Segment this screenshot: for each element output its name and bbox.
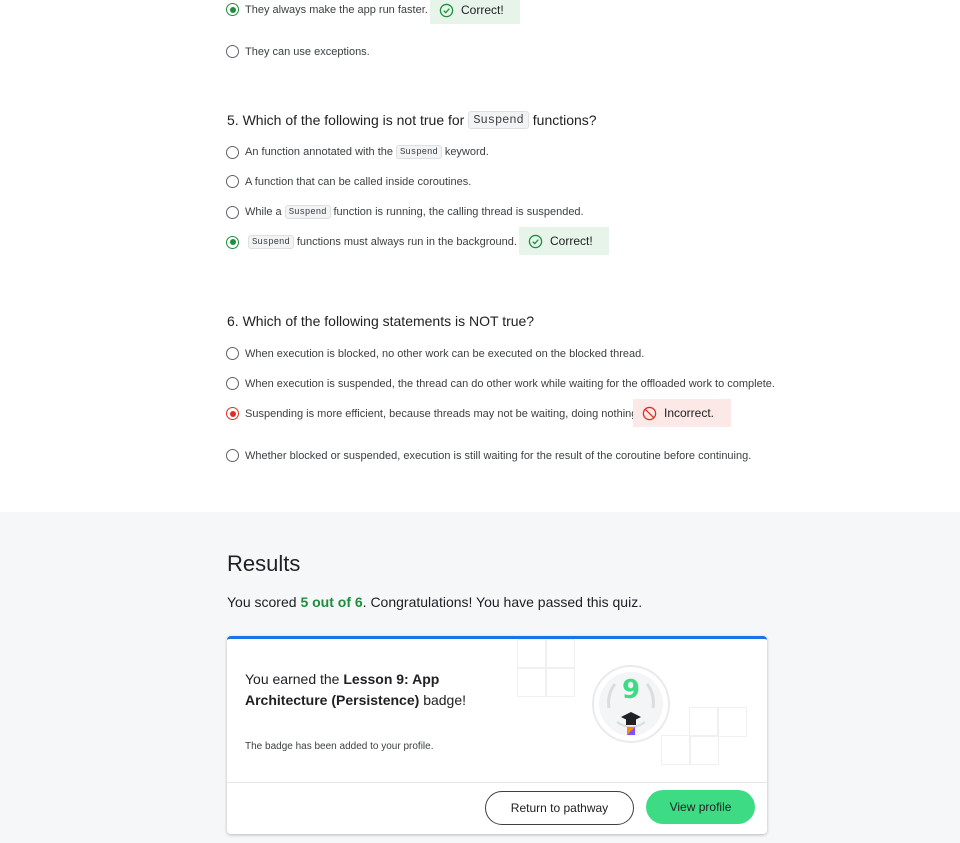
grid-decoration xyxy=(689,707,719,737)
badge-earned-text: You earned the Lesson 9: App Architectur… xyxy=(245,669,485,711)
check-circle-icon xyxy=(439,3,454,18)
radio-selected[interactable] xyxy=(226,235,239,249)
option-label: keyword. xyxy=(444,146,489,158)
score-text: You scored 5 out of 6. Congratulations! … xyxy=(227,594,642,610)
option-label: function is running, the calling thread … xyxy=(333,206,584,218)
option-label: They can use exceptions. xyxy=(245,45,370,58)
badge-note: The badge has been added to your profile… xyxy=(245,741,434,752)
code-snippet: Suspend xyxy=(396,145,442,159)
q6-option-2[interactable]: When execution is suspended, the thread … xyxy=(226,377,775,390)
radio[interactable] xyxy=(226,347,239,360)
badge-icon: 9 xyxy=(591,664,671,744)
option-label: functions must always run in the backgro… xyxy=(296,236,517,248)
radio[interactable] xyxy=(226,449,239,462)
earned-suffix: badge! xyxy=(423,692,467,708)
feedback-label: Correct! xyxy=(461,3,504,17)
q5-option-4[interactable]: Suspend functions must always run in the… xyxy=(226,235,517,249)
q5-option-2[interactable]: A function that can be called inside cor… xyxy=(226,175,471,188)
radio[interactable] xyxy=(226,377,239,390)
option-label: Whether blocked or suspended, execution … xyxy=(245,449,752,462)
feedback-label: Incorrect. xyxy=(664,406,715,420)
q6-option-3[interactable]: Suspending is more efficient, because th… xyxy=(226,407,640,420)
q5-option-3[interactable]: While a Suspend function is running, the… xyxy=(226,205,584,219)
badge-number: 9 xyxy=(622,675,640,705)
correct-feedback: Correct! xyxy=(519,227,609,255)
code-snippet: Suspend xyxy=(284,205,331,219)
code-snippet: Suspend xyxy=(468,111,529,129)
option-label: They always make the app run faster. xyxy=(245,3,428,16)
option-label: A function that can be called inside cor… xyxy=(245,175,472,188)
radio-selected[interactable] xyxy=(226,407,239,420)
grid-decoration xyxy=(517,639,547,669)
radio[interactable] xyxy=(226,175,239,188)
earned-label: You earned the xyxy=(245,671,340,687)
q4-option-2[interactable]: They can use exceptions. xyxy=(226,45,370,58)
q6-option-1[interactable]: When execution is blocked, no other work… xyxy=(226,347,644,360)
score-message: . Congratulations! You have passed this … xyxy=(362,594,643,610)
question-5: 5. Which of the following is not true fo… xyxy=(227,111,597,129)
question-6: 6. Which of the following statements is … xyxy=(227,313,534,329)
grid-decoration xyxy=(545,667,575,697)
results-section: Results You scored 5 out of 6. Congratul… xyxy=(0,512,960,843)
question-text: functions? xyxy=(532,112,597,128)
option-label: Suspending is more efficient, because th… xyxy=(245,407,641,420)
grid-decoration xyxy=(545,639,575,669)
score-label: You scored xyxy=(227,594,297,610)
score-value: 5 out of 6 xyxy=(300,594,363,610)
grid-decoration xyxy=(689,735,719,765)
question-text: 6. Which of the following statements is … xyxy=(227,313,535,329)
check-circle-icon xyxy=(528,234,543,249)
question-text: 5. Which of the following is not true fo… xyxy=(227,112,465,128)
card-divider xyxy=(227,782,767,783)
return-to-pathway-button[interactable]: Return to pathway xyxy=(485,791,634,825)
radio[interactable] xyxy=(226,205,239,219)
radio[interactable] xyxy=(226,45,239,58)
feedback-label: Correct! xyxy=(550,234,593,248)
grid-decoration xyxy=(717,707,747,737)
view-profile-button[interactable]: View profile xyxy=(646,790,755,824)
option-label: An function annotated with the xyxy=(245,146,393,158)
badge-card: You earned the Lesson 9: App Architectur… xyxy=(227,636,767,834)
quiz-questions: They always make the app run faster. Cor… xyxy=(0,0,960,512)
incorrect-feedback: Incorrect. xyxy=(633,399,731,427)
blocked-circle-icon xyxy=(642,406,657,421)
q4-option-1[interactable]: They always make the app run faster. xyxy=(226,3,428,16)
grid-decoration xyxy=(517,667,547,697)
q5-option-1[interactable]: An function annotated with the Suspend k… xyxy=(226,145,489,159)
results-title: Results xyxy=(227,551,301,576)
option-label: While a xyxy=(245,206,282,218)
correct-feedback: Correct! xyxy=(430,0,520,24)
radio[interactable] xyxy=(226,145,239,159)
option-label: When execution is blocked, no other work… xyxy=(245,347,645,360)
code-snippet: Suspend xyxy=(248,235,294,249)
q6-option-4[interactable]: Whether blocked or suspended, execution … xyxy=(226,449,751,462)
radio-selected[interactable] xyxy=(226,3,239,16)
option-label: When execution is suspended, the thread … xyxy=(245,377,775,390)
